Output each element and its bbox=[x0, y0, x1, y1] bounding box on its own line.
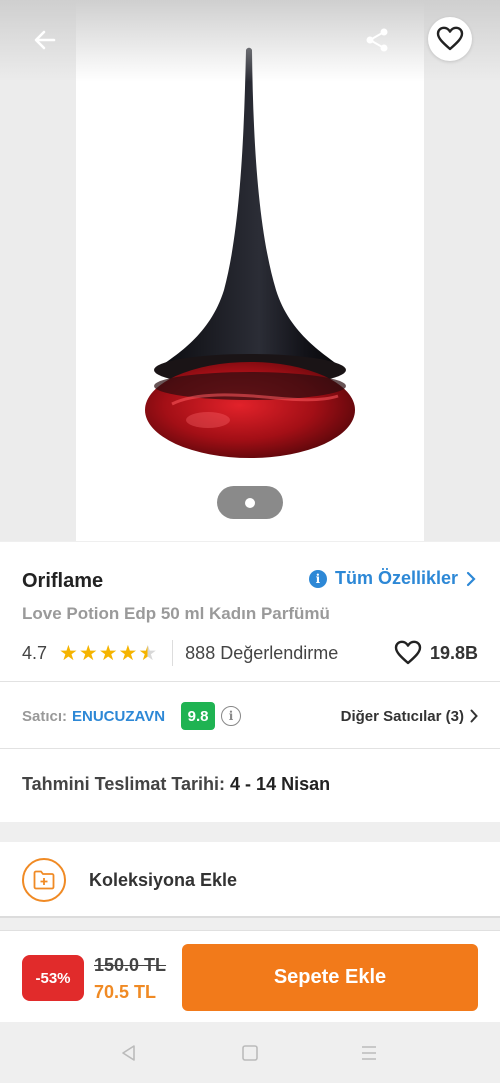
rating-value: 4.7 bbox=[22, 642, 48, 663]
back-button[interactable] bbox=[24, 20, 66, 60]
seller-label: Satıcı: bbox=[22, 707, 68, 725]
system-navigation-bar bbox=[0, 1022, 500, 1083]
nav-back-button[interactable] bbox=[118, 1042, 140, 1064]
review-count-link[interactable]: 888 Değerlendirme bbox=[185, 643, 338, 664]
add-to-collection-row[interactable]: Koleksiyona Ekle bbox=[0, 842, 500, 918]
favorite-count[interactable]: 19.8B bbox=[394, 640, 478, 666]
add-to-cart-button[interactable]: Sepete Ekle bbox=[182, 944, 478, 1011]
star-icon: ★ bbox=[138, 641, 158, 665]
chevron-right-icon bbox=[466, 571, 476, 586]
menu-lines-icon bbox=[362, 1046, 376, 1060]
info-icon[interactable]: i bbox=[221, 706, 242, 726]
top-bar-shade bbox=[0, 0, 500, 82]
delivery-label: Tahmini Teslimat Tarihi: bbox=[22, 774, 226, 794]
heart-outline-icon bbox=[394, 640, 422, 665]
divider bbox=[0, 681, 500, 682]
brand-name[interactable]: Oriflame bbox=[22, 570, 103, 593]
seller-name-link[interactable]: ENUCUZAVN bbox=[72, 708, 165, 725]
estimated-delivery: Tahmini Teslimat Tarihi: 4 - 14 Nisan bbox=[22, 774, 330, 795]
folder-plus-icon bbox=[22, 858, 66, 902]
star-icon: ★ bbox=[59, 641, 78, 665]
star-icon: ★ bbox=[98, 641, 118, 665]
seller-row: Satıcı: ENUCUZAVN 9.8 i Diğer Satıcılar … bbox=[22, 702, 478, 730]
square-home-icon bbox=[242, 1045, 258, 1061]
info-icon: i bbox=[308, 569, 327, 588]
rating-row: 4.7 ★ ★ ★ ★ ★ 888 Değerlendirme 19.8B bbox=[22, 638, 478, 668]
share-button[interactable] bbox=[356, 20, 398, 60]
favorite-count-value: 19.8B bbox=[429, 642, 478, 663]
rating-stars[interactable]: ★ ★ ★ ★ ★ bbox=[59, 643, 158, 664]
star-icon: ★ bbox=[118, 641, 138, 665]
other-sellers-label: Diğer Satıcılar (3) bbox=[340, 707, 464, 725]
nav-menu-button[interactable] bbox=[358, 1042, 380, 1064]
product-info-card: Oriflame i Tüm Özellikler Love Potion Ed… bbox=[0, 542, 500, 822]
all-features-link[interactable]: i Tüm Özellikler bbox=[308, 568, 476, 589]
discount-badge: -53% bbox=[22, 955, 84, 1001]
current-price: 70.5 TL bbox=[94, 982, 157, 1002]
nav-home-button[interactable] bbox=[239, 1042, 261, 1064]
divider bbox=[0, 748, 500, 749]
seller-score-badge: 9.8 bbox=[181, 702, 216, 730]
heart-outline-icon bbox=[436, 26, 464, 51]
chevron-right-icon bbox=[470, 709, 478, 723]
all-features-label: Tüm Özellikler bbox=[334, 568, 458, 588]
divider bbox=[172, 640, 174, 666]
pager-dot-active bbox=[245, 497, 255, 508]
add-to-collection-label: Koleksiyona Ekle bbox=[89, 870, 238, 890]
product-image-gallery[interactable] bbox=[0, 0, 500, 541]
other-sellers-link[interactable]: Diğer Satıcılar (3) bbox=[341, 708, 478, 725]
product-title: Love Potion Edp 50 ml Kadın Parfümü bbox=[22, 604, 330, 623]
triangle-back-icon bbox=[122, 1045, 135, 1061]
favorite-button[interactable] bbox=[428, 17, 472, 61]
arrow-left-icon bbox=[34, 30, 56, 50]
star-icon: ★ bbox=[78, 641, 98, 665]
image-pager[interactable] bbox=[217, 486, 283, 519]
old-price: 150.0 TL bbox=[94, 955, 167, 975]
share-icon bbox=[366, 28, 388, 52]
buy-bar: -53% 150.0 TL 70.5 TL Sepete Ekle bbox=[0, 930, 500, 1022]
delivery-value: 4 - 14 Nisan bbox=[230, 774, 331, 794]
